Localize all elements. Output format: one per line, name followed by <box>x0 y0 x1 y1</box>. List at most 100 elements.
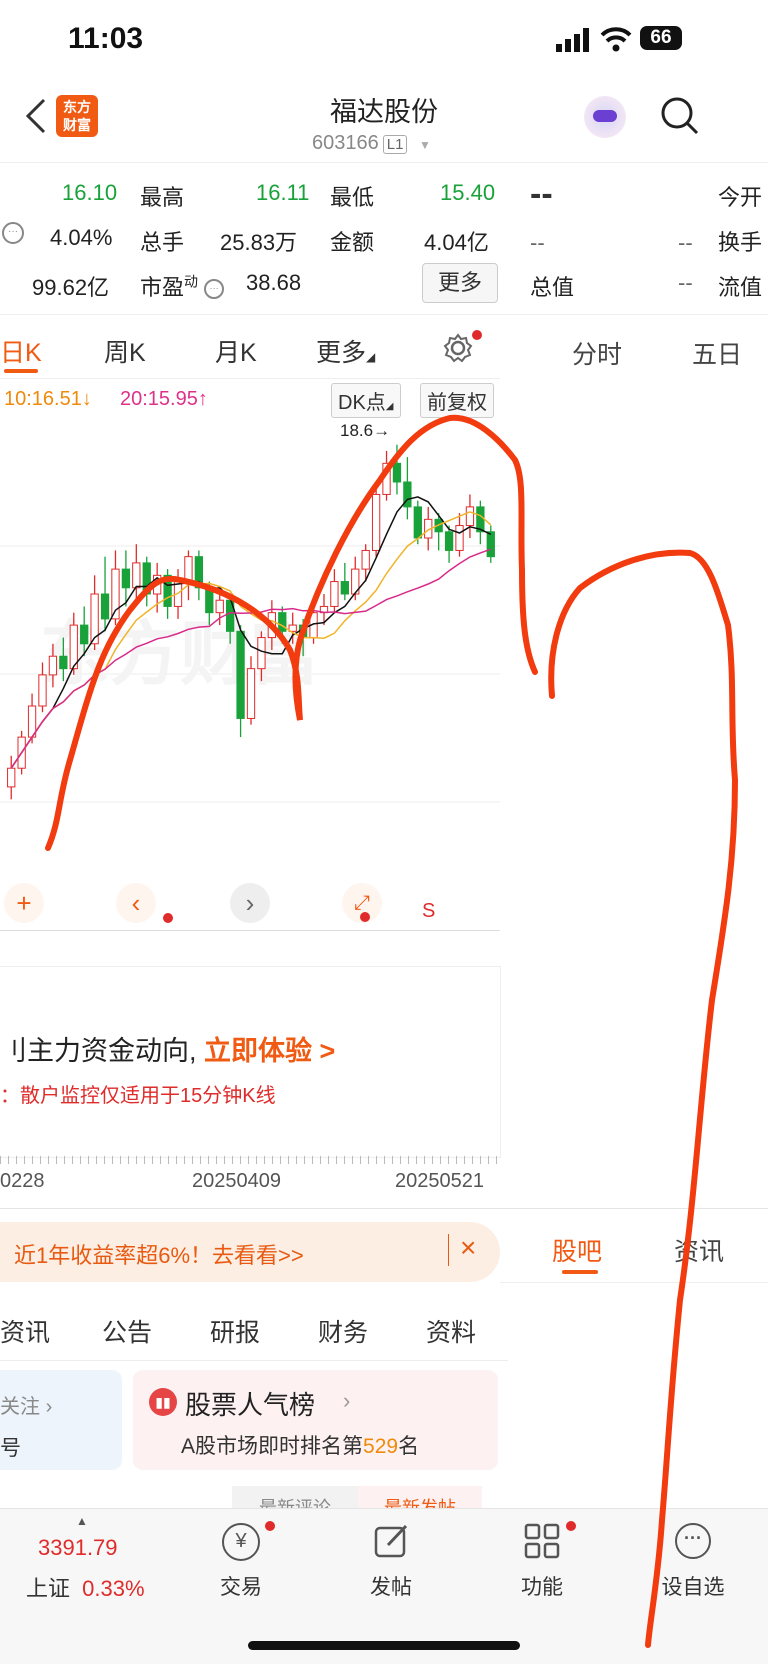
ma20-legend: 20:15.95↑ <box>120 388 208 410</box>
expand-dot <box>360 912 370 922</box>
trade-dot <box>265 1521 275 1531</box>
rank-text: A股市场即时排名第 <box>181 1435 364 1458</box>
info-tab-finance[interactable]: 财务 <box>318 1313 368 1349</box>
candle-body <box>38 674 47 707</box>
candle-body <box>246 668 256 719</box>
comment-post-toggle[interactable]: 最新评论 最新发帖 <box>232 1486 484 1508</box>
candle-body <box>132 562 141 589</box>
index-value[interactable]: 3391.79 <box>38 1535 118 1561</box>
candle-body <box>486 531 495 558</box>
toggle-latest-comments[interactable]: 最新评论 <box>232 1486 358 1508</box>
more-dots-icon[interactable]: ··· <box>675 1523 711 1559</box>
chevron-down-icon: ▼ <box>419 138 431 152</box>
candle-body <box>413 506 422 539</box>
popularity-card[interactable]: ▮▮ 股票人气榜 › A股市场即时排名第529名 <box>133 1370 498 1470</box>
chevron-right-icon: › <box>45 1396 53 1418</box>
candle-body <box>278 612 287 632</box>
candle-body <box>444 531 454 551</box>
tab-day-k-underline <box>4 369 38 373</box>
candle-body <box>184 556 193 583</box>
right-dash-1: -- <box>530 230 545 255</box>
fund-flow-promo[interactable]: 刂主力资金动向, 立即体验 > ：散户监控仅适用于15分钟K线 <box>0 966 501 1158</box>
s-marker: S <box>422 900 436 922</box>
tabs-divider <box>0 378 500 379</box>
tab-week-k[interactable]: 周K <box>104 333 146 369</box>
follow-card[interactable]: 关注 › 号 <box>0 1370 122 1470</box>
wifi-icon <box>600 27 632 52</box>
tab-month-k[interactable]: 月K <box>215 333 257 369</box>
index-change: 0.33% <box>82 1576 145 1601</box>
candle-body <box>205 587 214 614</box>
quote-divider <box>0 314 768 315</box>
candle-body <box>7 767 16 788</box>
corner-triangle-icon: ◢ <box>385 401 394 412</box>
pe-value: 38.68 <box>246 270 302 295</box>
change-pct: 4.04% <box>50 225 113 250</box>
low-value: 15.40 <box>440 180 496 205</box>
right-dash-2: -- <box>678 230 693 255</box>
ma10-legend: 10:16.51↓ <box>4 388 92 410</box>
max-price-label: 18.6→ <box>340 421 390 440</box>
header-divider <box>0 162 768 163</box>
amount-value: 4.04亿 <box>424 230 489 255</box>
low-label: 最低 <box>330 185 375 210</box>
right-dash-3: -- <box>678 270 693 295</box>
info-icon[interactable]: ··· <box>2 222 24 244</box>
candle-body <box>392 462 402 483</box>
tab-guba[interactable]: 股吧 <box>552 1232 602 1268</box>
search-icon[interactable] <box>660 96 700 136</box>
dk-point-button[interactable]: DK点◢ <box>331 383 401 418</box>
chevron-right-icon[interactable]: › <box>230 883 270 923</box>
high-value: 16.11 <box>256 180 310 205</box>
assistant-avatar[interactable] <box>584 96 626 138</box>
post-edit-icon[interactable] <box>374 1523 410 1559</box>
tab-fenshi[interactable]: 分时 <box>572 335 622 371</box>
tab-zixun[interactable]: 资讯 <box>674 1232 724 1268</box>
tab-day-k[interactable]: 日K <box>0 333 42 369</box>
watchlist-label[interactable]: 设自选 <box>643 1571 743 1601</box>
tab-wuri[interactable]: 五日 <box>692 335 742 371</box>
promo-note: ：散户监控仅适用于15分钟K线 <box>0 1085 276 1107</box>
date-end: 20250521 <box>395 1170 484 1192</box>
market-cap: 99.62亿 <box>32 275 110 300</box>
promo-cta[interactable]: 立即体验 > <box>204 1036 335 1066</box>
settings-gear-icon[interactable] <box>442 332 474 364</box>
yield-banner[interactable]: 近1年收益率超6%！去看看>> × <box>0 1222 500 1282</box>
candle-body <box>382 462 391 495</box>
candle-body <box>361 549 370 570</box>
info-tabs-divider <box>0 1360 508 1361</box>
info-tab-research[interactable]: 研报 <box>210 1313 260 1349</box>
kline-chart[interactable]: 东方财富 18.6→ <box>0 418 500 930</box>
candle-body <box>267 612 276 639</box>
right-tabs-divider <box>500 1282 768 1283</box>
info-tab-news[interactable]: 资讯 <box>0 1313 50 1349</box>
stock-name: 福达股份 <box>330 97 438 127</box>
info-tab-notices[interactable]: 公告 <box>102 1313 152 1349</box>
info-icon[interactable]: ··· <box>204 279 225 300</box>
candle-body <box>371 493 381 551</box>
high-label: 最高 <box>140 185 185 210</box>
tab-more[interactable]: 更多◢ <box>316 333 375 369</box>
trade-label[interactable]: 交易 <box>191 1571 291 1601</box>
candle-body <box>236 630 245 719</box>
add-indicator-button[interactable]: + <box>4 883 44 923</box>
more-button[interactable]: 更多 <box>422 263 498 303</box>
turnover-label: 换手 <box>718 230 763 255</box>
candle-body <box>59 655 68 670</box>
post-label[interactable]: 发帖 <box>341 1571 441 1601</box>
functions-label[interactable]: 功能 <box>492 1571 592 1601</box>
chevron-left-icon[interactable]: ‹ <box>116 883 156 923</box>
trade-yen-icon[interactable]: ¥ <box>222 1523 260 1561</box>
candle-body <box>121 568 131 589</box>
date-mid: 20250409 <box>192 1170 281 1192</box>
price-adjust-button[interactable]: 前复权 <box>420 383 494 418</box>
toggle-latest-posts[interactable]: 最新发帖 <box>358 1486 482 1508</box>
functions-grid-icon[interactable] <box>524 1523 560 1559</box>
candle-body <box>330 581 339 607</box>
candle-body <box>163 574 172 607</box>
info-tab-profile[interactable]: 资料 <box>426 1313 476 1349</box>
chevron-up-icon[interactable]: ▲ <box>76 1514 88 1528</box>
close-icon[interactable]: × <box>460 1232 476 1264</box>
stock-code[interactable]: 603166 L1 ▼ <box>312 132 431 155</box>
open-value: 16.10 <box>62 180 118 205</box>
